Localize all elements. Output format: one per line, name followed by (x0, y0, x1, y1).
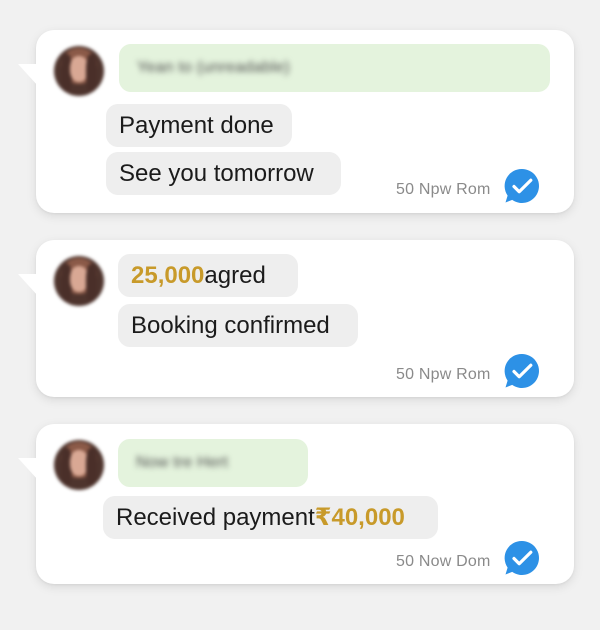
message-card[interactable]: Now tre Hert Received payment ₹40,000 50… (18, 424, 574, 584)
blurred-message-text: Yean to (unreadable) (137, 59, 290, 76)
avatar-hair (86, 264, 97, 302)
message-timestamp: 50 Npw Rom (396, 181, 491, 198)
message-text: agred (204, 261, 266, 289)
avatar-hair (86, 54, 97, 92)
message-text: Booking confirmed (131, 311, 330, 339)
payment-amount: ₹40,000 (314, 504, 405, 531)
message-timestamp: 50 Npw Rom (396, 366, 491, 383)
message-text: See you tomorrow (119, 159, 314, 187)
double-check-badge-icon[interactable] (502, 166, 542, 206)
message-bubble: Received payment ₹40,000 (103, 496, 438, 539)
blurred-message-bubble: Now tre Hert (118, 439, 308, 487)
message-bubble: 25,000 agred (118, 254, 298, 297)
message-timestamp: 50 Now Dom (396, 553, 491, 570)
blurred-message-bubble: Yean to (unreadable) (119, 44, 550, 92)
avatar[interactable] (54, 46, 104, 96)
message-bubble: Booking confirmed (118, 304, 358, 347)
avatar-hair (86, 448, 97, 486)
avatar[interactable] (54, 256, 104, 306)
avatar[interactable] (54, 440, 104, 490)
payment-amount: 25,000 (131, 261, 205, 289)
message-text: Received payment (116, 503, 315, 531)
double-check-badge-icon[interactable] (502, 538, 542, 578)
blurred-message-text: Now tre Hert (136, 454, 229, 471)
message-card[interactable]: 25,000 agred Booking confirmed 50 Npw Ro… (18, 240, 574, 397)
message-bubble: Payment done (106, 104, 292, 147)
message-text: Payment done (119, 111, 274, 139)
message-bubble: See you tomorrow (106, 152, 341, 195)
message-card[interactable]: Yean to (unreadable) Payment done See yo… (18, 30, 574, 213)
double-check-badge-icon[interactable] (502, 351, 542, 391)
